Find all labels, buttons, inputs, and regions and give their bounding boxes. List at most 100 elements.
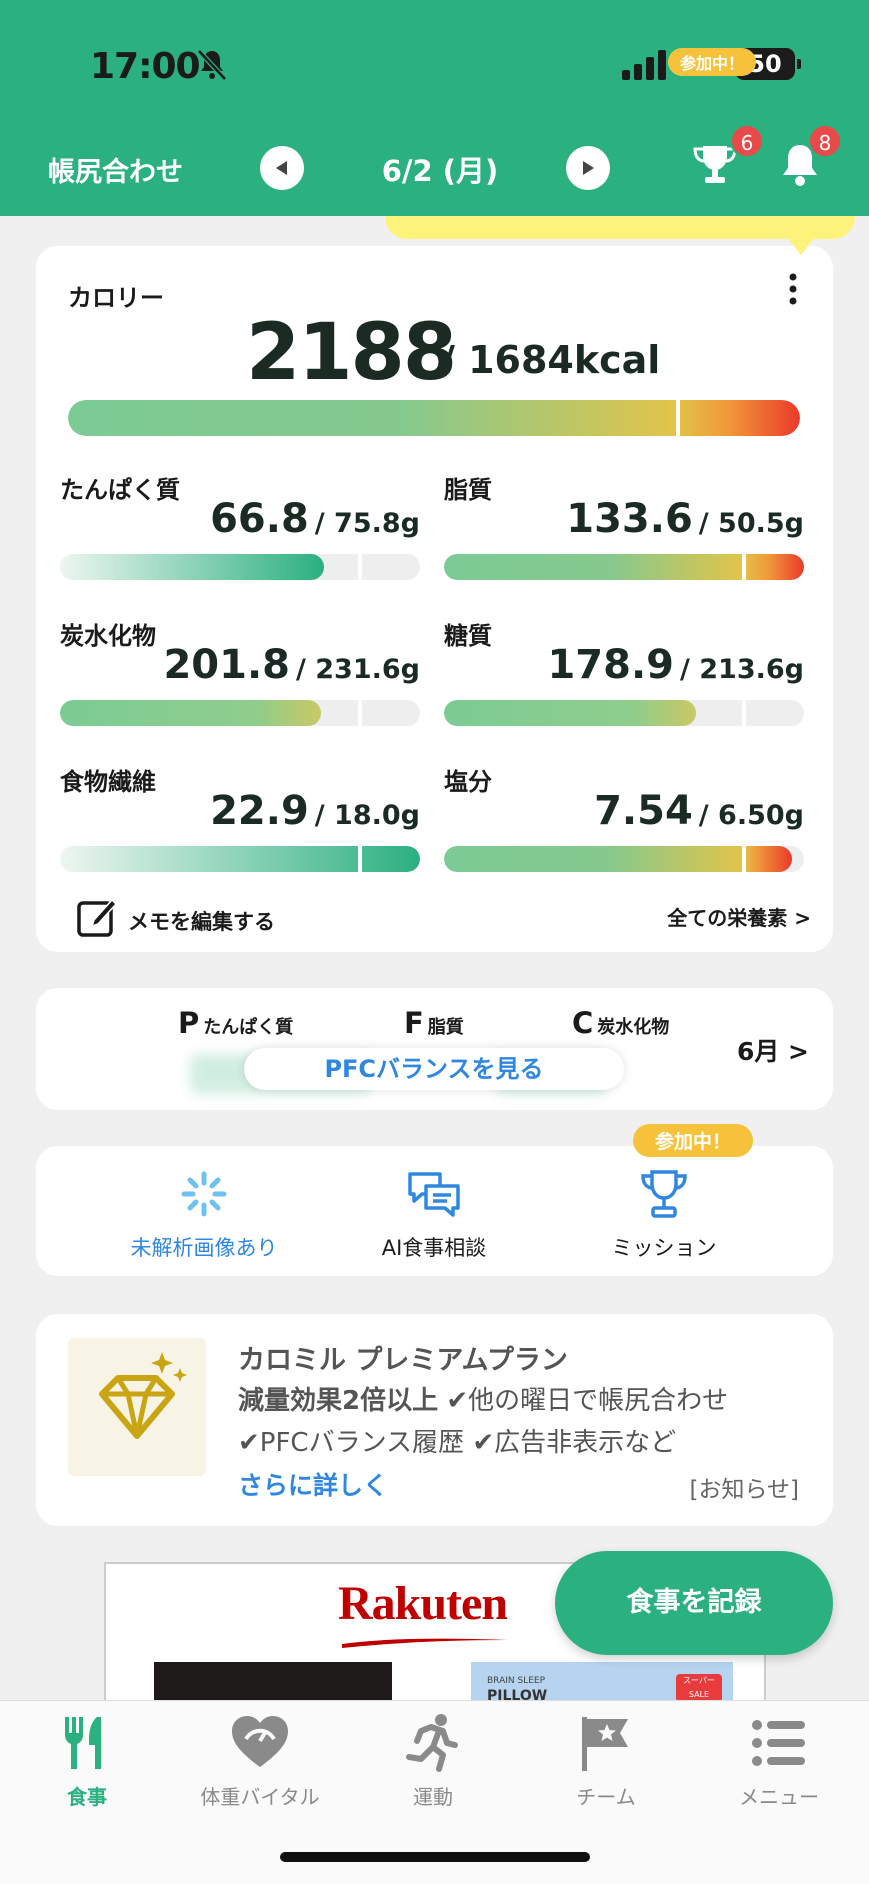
nutrient-progress-fill xyxy=(60,846,420,872)
ai-meal-consult-button[interactable]: AI食事相談 xyxy=(324,1166,544,1266)
tab-exercise-label: 運動 xyxy=(413,1785,453,1809)
tab-team-label: チーム xyxy=(576,1785,636,1809)
nutrient-target: / 18.0g xyxy=(314,800,420,831)
nutrient-salt[interactable]: 塩分 7.54/ 6.50g xyxy=(444,762,804,892)
mission-join-pill: 参加中！ xyxy=(668,48,757,76)
pfc-protein-letter: P xyxy=(178,1006,200,1040)
tab-meal[interactable]: 食事 xyxy=(2,1711,172,1810)
diamond-icon xyxy=(99,1352,187,1439)
premium-plan-card[interactable]: カロミル プレミアムプラン 減量効果2倍以上 ✔他の曜日で帳尻合わせ ✔PFCバ… xyxy=(36,1314,833,1526)
premium-feature-line-1: 減量効果2倍以上 ✔他の曜日で帳尻合わせ xyxy=(238,1380,728,1417)
nutrient-name: 脂質 xyxy=(444,476,492,504)
tab-team[interactable]: チーム xyxy=(521,1711,691,1810)
more-vertical-icon[interactable] xyxy=(787,272,799,306)
tab-menu[interactable]: メニュー xyxy=(694,1711,864,1810)
page-title[interactable]: 帳尻合わせ xyxy=(48,150,183,189)
nutrient-target-tick xyxy=(742,846,746,872)
tab-meal-label: 食事 xyxy=(67,1785,107,1809)
logo-swoosh xyxy=(342,1638,508,1648)
home-indicator xyxy=(280,1852,590,1862)
nutrient-progress-fill xyxy=(60,554,324,580)
nutrient-target-tick xyxy=(358,554,362,580)
nutrient-target: / 75.8g xyxy=(314,508,420,539)
nutrient-target: / 213.6g xyxy=(680,654,804,685)
next-day-button[interactable] xyxy=(566,146,610,190)
nutrient-target: / 50.5g xyxy=(698,508,804,539)
status-time: 17:00 xyxy=(90,46,201,87)
premium-title: カロミル プレミアムプラン xyxy=(238,1345,568,1376)
calorie-target: / 1684kcal xyxy=(441,338,661,382)
nutrient-name: 糖質 xyxy=(444,622,492,650)
unanalyzed-images-label: 未解析画像あり xyxy=(130,1236,278,1260)
app-header: 17:00 4G 50 帳尻合わせ 6/2 (月) xyxy=(0,0,869,216)
nutrient-carbohydrate[interactable]: 炭水化物 201.8/ 231.6g xyxy=(60,616,420,746)
pfc-carb-label: 炭水化物 xyxy=(597,1017,670,1038)
flag-icon xyxy=(582,1717,628,1771)
premium-diamond-image xyxy=(68,1338,206,1476)
pfc-protein-label: たんぱく質 xyxy=(203,1017,294,1038)
tab-menu-label: メニュー xyxy=(739,1785,819,1809)
pfc-carb-header: C 炭水化物 xyxy=(572,1006,669,1040)
pfc-month-link[interactable]: 6月 > xyxy=(737,1032,809,1068)
bell-muted-icon xyxy=(197,49,227,81)
mission-join-pill: 参加中！ xyxy=(633,1124,754,1157)
chat-bubbles-icon xyxy=(408,1172,460,1217)
nutrient-progress-bar xyxy=(444,700,804,726)
nutrient-fat[interactable]: 脂質 133.6/ 50.5g xyxy=(444,470,804,600)
running-icon xyxy=(406,1714,458,1772)
calorie-value: 2188 xyxy=(246,308,457,398)
nutrition-summary-card: カロリー 2188 / 1684kcal たんぱく質 66.8/ 75.8g 脂… xyxy=(36,246,833,952)
nutrient-value: 178.9 xyxy=(547,642,674,688)
all-nutrients-link[interactable]: 全ての栄養素 > xyxy=(667,902,811,931)
quick-actions-card: 未解析画像あり AI食事相談 ミッション xyxy=(36,1146,833,1276)
edit-memo-label: メモを編集する xyxy=(128,910,275,934)
premium-feature-text: ✔他の曜日で帳尻合わせ xyxy=(438,1386,729,1416)
nutrient-progress-fill xyxy=(444,700,696,726)
current-date[interactable]: 6/2 (月) xyxy=(340,148,540,190)
ad-product-brand: BRAIN SLEEP xyxy=(487,1676,545,1686)
nutrient-value: 7.54 xyxy=(594,788,693,834)
premium-highlight: 減量効果2倍以上 xyxy=(238,1386,439,1416)
unanalyzed-images-button[interactable]: 未解析画像あり xyxy=(94,1166,314,1266)
premium-details-link[interactable]: さらに詳しく xyxy=(238,1466,388,1502)
edit-note-icon xyxy=(77,898,118,937)
calorie-progress-fill xyxy=(68,400,800,436)
tab-weight-vitals[interactable]: 体重バイタル xyxy=(175,1711,345,1810)
nutrient-sugar[interactable]: 糖質 178.9/ 213.6g xyxy=(444,616,804,746)
pfc-protein-header: P たんぱく質 xyxy=(178,1006,293,1040)
nutrient-value: 133.6 xyxy=(566,496,693,542)
rakuten-logo: Rakuten xyxy=(338,1577,508,1630)
pfc-fat-header: F 脂質 xyxy=(404,1006,464,1040)
nutrient-progress-fill xyxy=(60,700,321,726)
nutrient-target-tick xyxy=(358,846,362,872)
pfc-balance-card[interactable]: P たんぱく質 F 脂質 C 炭水化物 PFCバランスを見る 6月 > xyxy=(36,988,833,1110)
nutrient-name: 食物繊維 xyxy=(60,768,156,796)
premium-feature-line-2: ✔PFCバランス履歴 ✔広告非表示など xyxy=(238,1428,677,1458)
calorie-label: カロリー xyxy=(68,284,164,312)
nutrient-progress-bar xyxy=(444,846,804,872)
nutrient-progress-bar xyxy=(60,700,420,726)
signal-icon xyxy=(622,50,666,80)
pfc-fat-letter: F xyxy=(404,1006,424,1040)
fork-knife-icon xyxy=(65,1717,101,1769)
ad-product-image xyxy=(154,1662,392,1700)
nutrient-fiber[interactable]: 食物繊維 22.9/ 18.0g xyxy=(60,762,420,892)
nutrient-name: たんぱく質 xyxy=(60,476,180,504)
nutrient-name: 炭水化物 xyxy=(60,622,156,650)
nutrient-value: 22.9 xyxy=(210,788,309,834)
view-pfc-balance-button[interactable]: PFCバランスを見る xyxy=(244,1048,624,1090)
trophy-outline-icon xyxy=(641,1170,687,1218)
record-meal-button[interactable]: 食事を記録 xyxy=(555,1551,833,1655)
prev-day-button[interactable] xyxy=(260,146,304,190)
sale-badge: スーパーSALE xyxy=(676,1674,722,1700)
tab-exercise[interactable]: 運動 xyxy=(348,1711,518,1810)
nutrient-progress-fill xyxy=(444,846,792,872)
nutrient-target-tick xyxy=(742,700,746,726)
mission-label: ミッション xyxy=(611,1236,717,1260)
calorie-progress-bar xyxy=(68,400,800,436)
nutrient-target: / 231.6g xyxy=(296,654,420,685)
ai-meal-consult-label: AI食事相談 xyxy=(381,1236,487,1260)
mission-button[interactable]: ミッション xyxy=(554,1166,774,1266)
pfc-carb-letter: C xyxy=(572,1006,594,1040)
nutrient-protein[interactable]: たんぱく質 66.8/ 75.8g xyxy=(60,470,420,600)
